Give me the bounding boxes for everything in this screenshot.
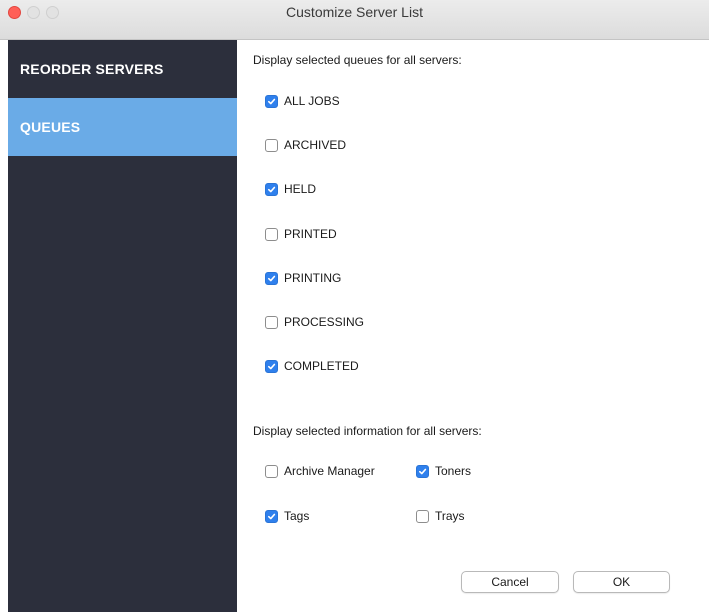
- checkbox-label: ALL JOBS: [284, 94, 340, 108]
- info-archive-manager-checkbox[interactable]: Archive Manager: [265, 464, 375, 478]
- queue-archived-checkbox[interactable]: ARCHIVED: [265, 138, 346, 152]
- checkbox-label: ARCHIVED: [284, 138, 347, 152]
- sidebar: REORDER SERVERS QUEUES: [8, 40, 237, 612]
- sidebar-item-queues[interactable]: QUEUES: [8, 98, 237, 156]
- checkbox-icon[interactable]: [265, 315, 278, 329]
- info-tags-checkbox[interactable]: Tags: [265, 509, 309, 523]
- queues-panel: Display selected queues for all servers:…: [237, 40, 709, 612]
- sidebar-item-reorder-servers[interactable]: REORDER SERVERS: [8, 40, 237, 98]
- customize-server-list-window: Customize Server List REORDER SERVERS QU…: [0, 0, 709, 612]
- title-bar[interactable]: Customize Server List: [0, 0, 709, 40]
- checkbox-icon[interactable]: [265, 182, 278, 196]
- checkbox-icon[interactable]: [265, 464, 278, 478]
- queue-processing-checkbox[interactable]: PROCESSING: [265, 315, 364, 329]
- checkbox-icon[interactable]: [265, 359, 278, 373]
- info-trays-checkbox[interactable]: Trays: [416, 509, 465, 523]
- sidebar-item-label: REORDER SERVERS: [20, 61, 164, 77]
- cancel-button[interactable]: Cancel: [461, 571, 559, 593]
- ok-button[interactable]: OK: [573, 571, 670, 593]
- checkbox-label: Archive Manager: [284, 464, 375, 478]
- queue-printing-checkbox[interactable]: PRINTING: [265, 271, 341, 285]
- checkbox-icon[interactable]: [265, 227, 278, 241]
- checkbox-label: PROCESSING: [284, 315, 365, 329]
- checkbox-label: HELD: [284, 182, 317, 196]
- checkbox-label: Toners: [435, 464, 472, 478]
- checkbox-icon[interactable]: [416, 464, 429, 478]
- checkbox-icon[interactable]: [265, 271, 278, 285]
- checkbox-label: PRINTING: [284, 271, 342, 285]
- checkbox-icon[interactable]: [265, 138, 278, 152]
- checkbox-label: Trays: [435, 509, 465, 523]
- checkbox-icon[interactable]: [265, 94, 278, 108]
- queue-printed-checkbox[interactable]: PRINTED: [265, 227, 337, 241]
- checkbox-label: COMPLETED: [284, 359, 359, 373]
- checkbox-label: Tags: [284, 509, 310, 523]
- queue-all-jobs-checkbox[interactable]: ALL JOBS: [265, 94, 340, 108]
- info-toners-checkbox[interactable]: Toners: [416, 464, 471, 478]
- checkbox-label: PRINTED: [284, 227, 337, 241]
- queue-completed-checkbox[interactable]: COMPLETED: [265, 359, 359, 373]
- checkbox-icon[interactable]: [265, 509, 278, 523]
- queue-held-checkbox[interactable]: HELD: [265, 182, 316, 196]
- sidebar-item-label: QUEUES: [20, 119, 81, 135]
- info-heading: Display selected information for all ser…: [253, 424, 482, 438]
- queues-heading: Display selected queues for all servers:: [253, 53, 462, 67]
- checkbox-icon[interactable]: [416, 509, 429, 523]
- window-title: Customize Server List: [286, 4, 423, 20]
